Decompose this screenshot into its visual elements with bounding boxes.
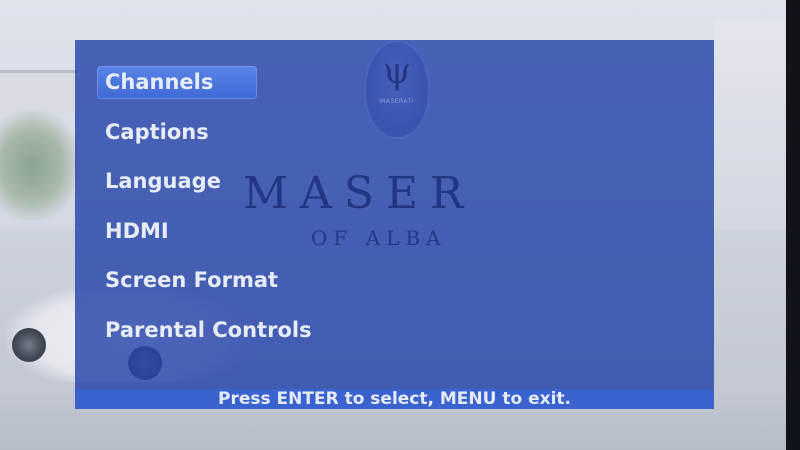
tv-screen: ψ MASERATI MASER OF ALBA Channels Captio…: [0, 0, 800, 450]
logo-word: MASERATI: [380, 98, 414, 105]
background-car-wheel: [12, 328, 46, 362]
screen-edge: [786, 0, 800, 450]
background-building-left: [0, 70, 78, 113]
trident-logo-icon: ψ MASERATI: [364, 40, 430, 139]
menu-item-hdmi[interactable]: HDMI: [97, 215, 357, 248]
footer-hint: Press ENTER to select, MENU to exit.: [75, 389, 714, 409]
background-tree: [0, 110, 80, 220]
menu-item-screen-format[interactable]: Screen Format: [97, 264, 357, 297]
settings-menu-panel: ψ MASERATI MASER OF ALBA Channels Captio…: [75, 40, 714, 389]
menu-item-parental-controls[interactable]: Parental Controls: [97, 314, 357, 347]
menu-item-captions[interactable]: Captions: [97, 116, 357, 149]
menu-item-language[interactable]: Language: [97, 165, 357, 198]
trident-glyph: ψ: [382, 51, 412, 92]
menu-item-channels[interactable]: Channels: [97, 66, 257, 99]
settings-menu-list: Channels Captions Language HDMI Screen F…: [97, 66, 357, 363]
